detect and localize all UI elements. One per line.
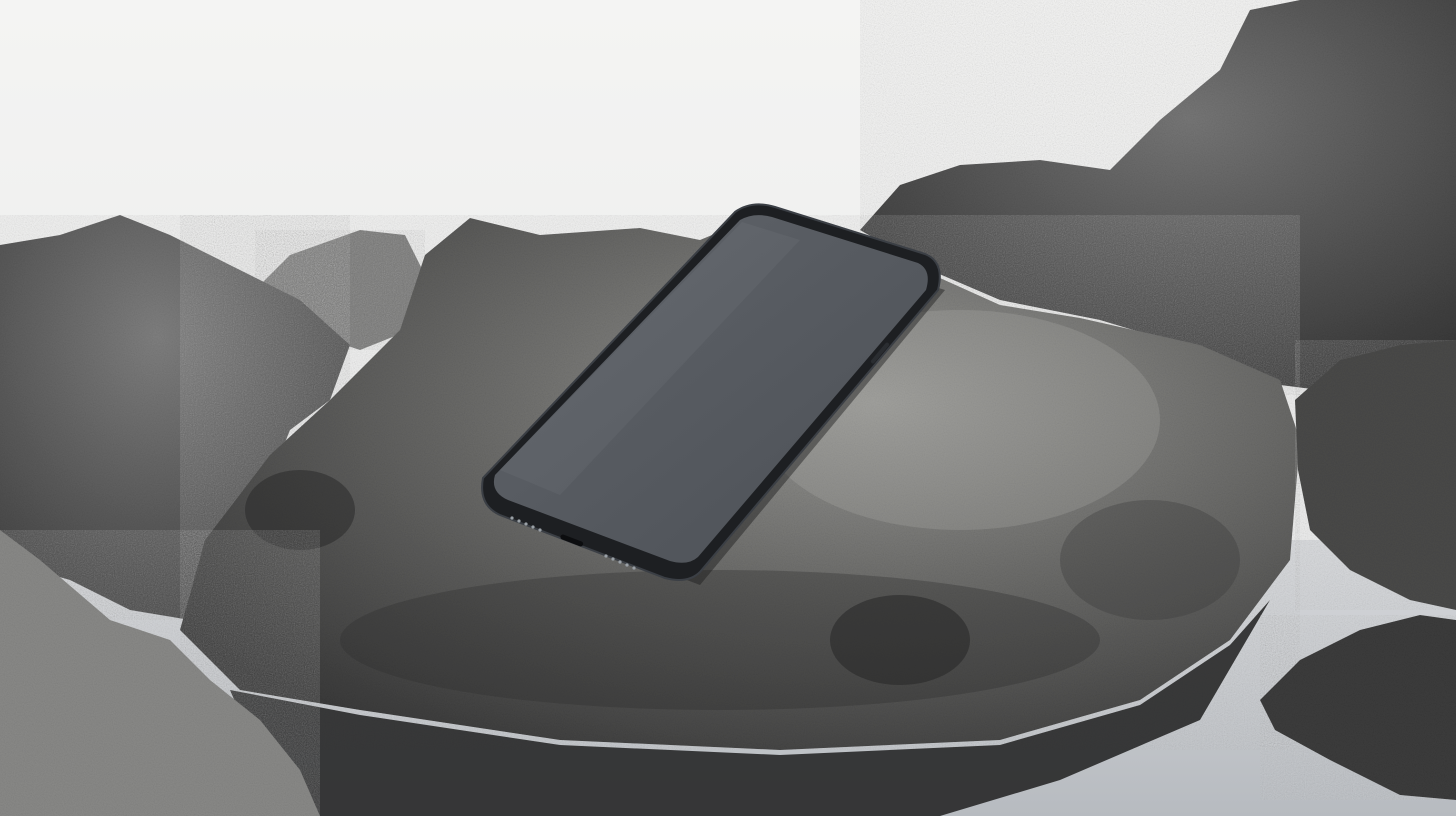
photo-scene <box>0 0 1456 816</box>
scene-illustration <box>0 0 1456 816</box>
